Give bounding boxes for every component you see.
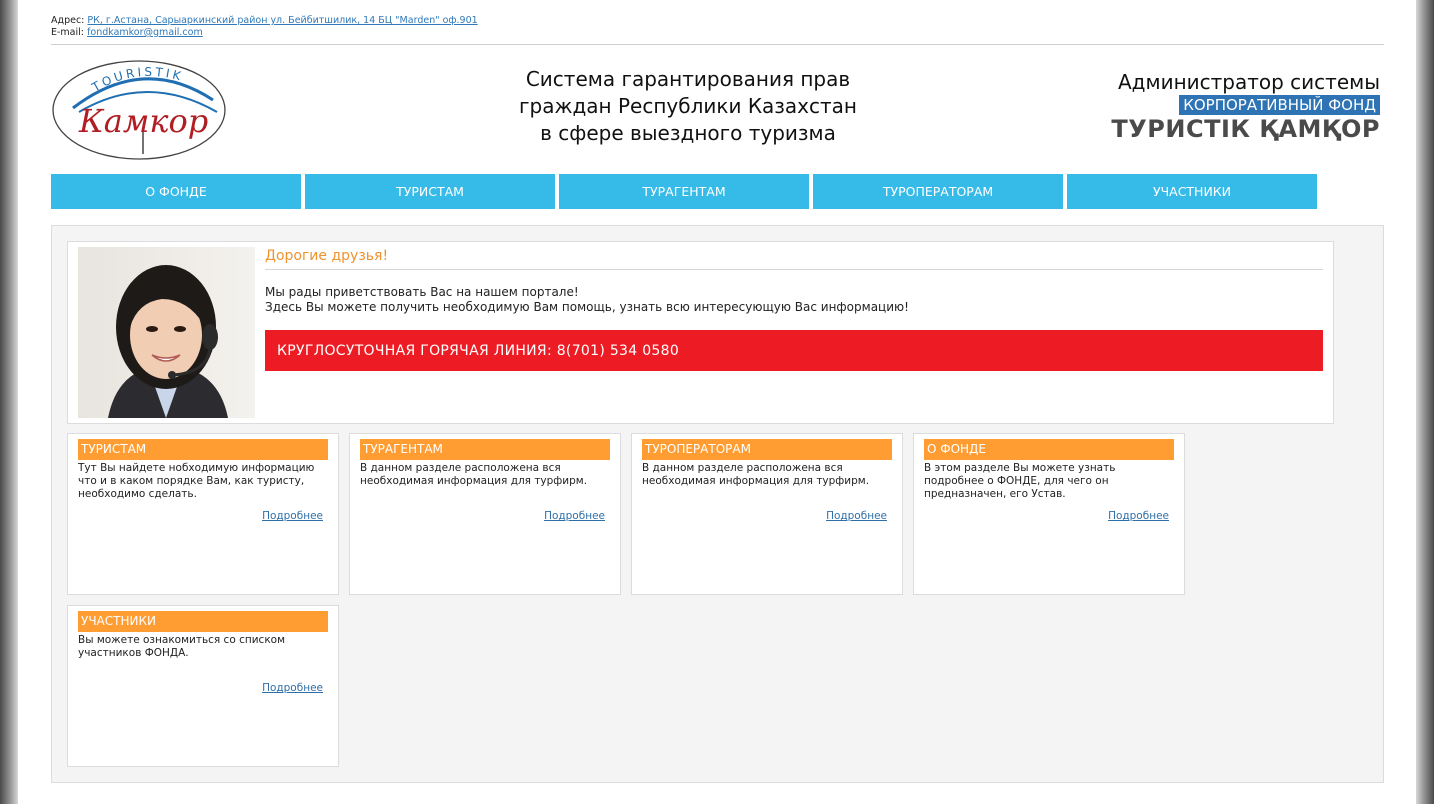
address-label: Адрес:: [51, 15, 85, 26]
address-link[interactable]: РК, г.Астана, Сарыаркинский район ул. Бе…: [87, 15, 477, 26]
card-more-link[interactable]: Подробнее: [262, 682, 323, 694]
welcome-line: Здесь Вы можете получить необходимую Вам…: [265, 300, 909, 314]
page: Адрес: РК, г.Астана, Сарыаркинский район…: [18, 0, 1416, 804]
nav-item-members[interactable]: УЧАСТНИКИ: [1067, 174, 1317, 209]
system-title: Система гарантирования прав граждан Респ…: [498, 66, 878, 147]
contact-info: Адрес: РК, г.Астана, Сарыаркинский район…: [51, 15, 478, 39]
page-shadow-left: [0, 0, 18, 804]
welcome-title: Дорогие друзья!: [265, 248, 389, 264]
email-link[interactable]: fondkamkor@gmail.com: [87, 27, 203, 38]
card-text: В этом разделе Вы можете узнать подробне…: [924, 462, 1116, 500]
card-text: Вы можете ознакомиться со списком участн…: [78, 634, 286, 659]
nav-item-operators[interactable]: ТУРОПЕРАТОРАМ: [813, 174, 1063, 209]
card-title: ТУРОПЕРАТОРАМ: [642, 439, 892, 460]
welcome-panel: Дорогие друзья! Мы рады приветствовать В…: [67, 241, 1334, 424]
card-members: УЧАСТНИКИ Вы можете ознакомиться со спис…: [67, 605, 339, 767]
card-more-link[interactable]: Подробнее: [544, 510, 605, 522]
main-nav: О ФОНДЕ ТУРИСТАМ ТУРАГЕНТАМ ТУРОПЕРАТОРА…: [51, 174, 1317, 209]
system-title-line: в сфере выездного туризма: [540, 121, 836, 145]
page-shadow-right: [1416, 0, 1434, 804]
card-text: Тут Вы найдете нобходимую информацию что…: [78, 462, 315, 500]
card-title: О ФОНДЕ: [924, 439, 1174, 460]
card-title: ТУРИСТАМ: [78, 439, 328, 460]
nav-item-tourists[interactable]: ТУРИСТАМ: [305, 174, 555, 209]
card-text: В данном разделе расположена вся необход…: [360, 462, 588, 487]
card-agents: ТУРАГЕНТАМ В данном разделе расположена …: [349, 433, 621, 595]
welcome-line: Мы рады приветствовать Вас на нашем порт…: [265, 285, 579, 299]
card-tourists: ТУРИСТАМ Тут Вы найдете нобходимую инфор…: [67, 433, 339, 595]
card-operators: ТУРОПЕРАТОРАМ В данном разделе расположе…: [631, 433, 903, 595]
main-content: Дорогие друзья! Мы рады приветствовать В…: [51, 225, 1384, 783]
operator-photo-image: [78, 247, 255, 418]
hotline-banner: КРУГЛОСУТОЧНАЯ ГОРЯЧАЯ ЛИНИЯ: 8(701) 534…: [265, 330, 1323, 371]
card-text: В данном разделе расположена вся необход…: [642, 462, 870, 487]
system-title-line: граждан Республики Казахстан: [519, 94, 857, 118]
admin-label: Администратор системы: [1117, 70, 1380, 94]
card-title: УЧАСТНИКИ: [78, 611, 328, 632]
welcome-divider: [265, 269, 1323, 270]
nav-item-agents[interactable]: ТУРАГЕНТАМ: [559, 174, 809, 209]
card-title: ТУРАГЕНТАМ: [360, 439, 610, 460]
nav-item-fund[interactable]: О ФОНДЕ: [51, 174, 301, 209]
email-label: E-mail:: [51, 27, 84, 38]
admin-brand: ТУРИСТІК ҚАМҚОР: [1111, 115, 1380, 143]
system-title-line: Система гарантирования прав: [525, 67, 851, 91]
card-more-link[interactable]: Подробнее: [1108, 510, 1169, 522]
card-more-link[interactable]: Подробнее: [826, 510, 887, 522]
card-more-link[interactable]: Подробнее: [262, 510, 323, 522]
welcome-text: Мы рады приветствовать Вас на нашем порт…: [265, 285, 909, 315]
site-logo[interactable]: TOURISTIK Камкор: [51, 58, 231, 162]
header-divider: [51, 44, 1384, 45]
operator-photo: [78, 247, 255, 418]
logo-image: TOURISTIK Камкор: [52, 60, 226, 160]
admin-block: Администратор системы КОРПОРАТИВНЫЙ ФОНД…: [1111, 70, 1380, 143]
card-fund: О ФОНДЕ В этом разделе Вы можете узнать …: [913, 433, 1185, 595]
fund-badge: КОРПОРАТИВНЫЙ ФОНД: [1179, 95, 1380, 115]
